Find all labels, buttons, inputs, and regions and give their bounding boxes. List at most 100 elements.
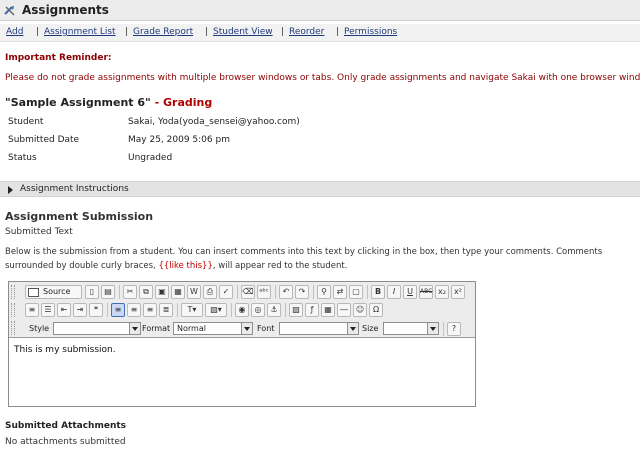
flash-icon[interactable]: ƒ	[305, 303, 319, 317]
toolbar-separator	[275, 285, 276, 299]
paste-icon[interactable]: ▣	[155, 285, 169, 299]
underline-icon[interactable]: U	[403, 285, 417, 299]
nav-separator: |	[281, 27, 285, 37]
background-color-icon[interactable]: ▨▾	[205, 303, 227, 317]
unlink-icon[interactable]: ◎	[251, 303, 265, 317]
strikethrough-icon[interactable]: ABC	[419, 285, 433, 299]
toolbar-handle[interactable]	[11, 303, 15, 317]
subscript-icon[interactable]: x₂	[435, 285, 449, 299]
anchor-icon[interactable]: ⚓	[267, 303, 281, 317]
table-icon[interactable]: ▦	[321, 303, 335, 317]
eraser-icon[interactable]: ⌫	[241, 285, 255, 299]
editor-toolbar: Source ▯ ▤ ✂ ⧉ ▣ ▦ W ⎙ ✓ ⌫ ᵃᵇᶜ ↶ ↷ ⚲ ⇄ ▢…	[9, 282, 475, 338]
toolbar-separator	[119, 285, 120, 299]
italic-icon[interactable]: I	[387, 285, 401, 299]
special-char-icon[interactable]: Ω	[369, 303, 383, 317]
toolbar-separator	[313, 285, 314, 299]
font-label: Font	[257, 324, 275, 333]
nav-separator: |	[205, 27, 209, 37]
select-all-icon[interactable]: ▢	[349, 285, 363, 299]
nav-assignment-list-link[interactable]: Assignment List	[44, 27, 116, 37]
toolbar-separator	[231, 303, 232, 317]
blockquote-icon[interactable]: ❝	[89, 303, 103, 317]
curly-brace-example: {{like this}}	[158, 261, 213, 271]
expand-arrow-icon	[8, 186, 13, 194]
new-page-icon[interactable]: ▯	[85, 285, 99, 299]
text-color-icon[interactable]: T▾	[181, 303, 203, 317]
nav-separator: |	[125, 27, 129, 37]
nav-reorder-link[interactable]: Reorder	[289, 27, 324, 37]
redo-icon[interactable]: ↷	[295, 285, 309, 299]
cut-icon[interactable]: ✂	[123, 285, 137, 299]
bold-icon[interactable]: B	[371, 285, 385, 299]
toolbar-separator	[107, 303, 108, 317]
nav-permissions-link[interactable]: Permissions	[344, 27, 397, 37]
grading-label: Grading	[163, 96, 213, 109]
format-select[interactable]: Normal	[173, 322, 253, 335]
image-icon[interactable]: ▧	[289, 303, 303, 317]
align-center-icon[interactable]: ≡	[127, 303, 141, 317]
student-value: Sakai, Yoda(yoda_sensei@yahoo.com)	[128, 117, 300, 127]
no-attachments-text: No attachments submitted	[5, 437, 126, 447]
indent-icon[interactable]: ⇥	[73, 303, 87, 317]
align-left-icon[interactable]: ≡	[111, 303, 125, 317]
submitted-text-label: Submitted Text	[5, 227, 73, 237]
nav-separator: |	[36, 27, 40, 37]
nav-student-view-link[interactable]: Student View	[213, 27, 273, 37]
format-label: Format	[142, 324, 171, 333]
nav-grade-report-link[interactable]: Grade Report	[133, 27, 193, 37]
bulleted-list-icon[interactable]: ☰	[41, 303, 55, 317]
editor-text-area[interactable]: This is my submission.	[10, 340, 474, 406]
font-select[interactable]	[279, 322, 359, 335]
align-right-icon[interactable]: ≡	[143, 303, 157, 317]
toolbar-separator	[443, 322, 444, 336]
smiley-icon[interactable]: ☺	[353, 303, 367, 317]
spellcheck-as-you-type-icon[interactable]: ᵃᵇᶜ	[257, 285, 271, 299]
horizontal-rule-icon[interactable]: ―	[337, 303, 351, 317]
tools-icon	[4, 6, 15, 16]
size-select[interactable]	[383, 322, 439, 335]
preview-icon[interactable]: ▤	[101, 285, 115, 299]
source-button[interactable]: Source	[25, 285, 82, 299]
toolbar-separator	[237, 285, 238, 299]
print-icon[interactable]: ⎙	[203, 285, 217, 299]
toolbar-handle[interactable]	[11, 321, 15, 335]
numbered-list-icon[interactable]: ≡	[25, 303, 39, 317]
help-icon[interactable]: ?	[447, 322, 461, 336]
paste-word-icon[interactable]: W	[187, 285, 201, 299]
toolbar-separator	[367, 285, 368, 299]
paste-text-icon[interactable]: ▦	[171, 285, 185, 299]
assignment-heading: "Sample Assignment 6" - Grading	[5, 96, 212, 109]
find-icon[interactable]: ⚲	[317, 285, 331, 299]
source-icon	[28, 288, 39, 297]
assignment-instructions-label: Assignment Instructions	[20, 184, 129, 194]
page-title: Assignments	[22, 3, 109, 17]
nav-separator: |	[336, 27, 340, 37]
nav-add-link[interactable]: Add	[6, 27, 23, 37]
submitted-date-label: Submitted Date	[8, 135, 80, 145]
status-label: Status	[8, 153, 37, 163]
assignment-instructions-toggle[interactable]: Assignment Instructions	[0, 181, 640, 197]
outdent-icon[interactable]: ⇤	[57, 303, 71, 317]
chevron-down-icon	[427, 323, 438, 334]
undo-icon[interactable]: ↶	[279, 285, 293, 299]
style-label: Style	[29, 324, 50, 333]
chevron-down-icon	[241, 323, 252, 334]
chevron-down-icon	[129, 323, 140, 334]
justify-icon[interactable]: ≣	[159, 303, 173, 317]
student-label: Student	[8, 117, 44, 127]
toolbar-handle[interactable]	[11, 285, 15, 299]
superscript-icon[interactable]: x²	[451, 285, 465, 299]
rich-text-editor: Source ▯ ▤ ✂ ⧉ ▣ ▦ W ⎙ ✓ ⌫ ᵃᵇᶜ ↶ ↷ ⚲ ⇄ ▢…	[8, 281, 476, 407]
submitted-date-value: May 25, 2009 5:06 pm	[128, 135, 230, 145]
style-select[interactable]	[53, 322, 141, 335]
assignment-dash: -	[150, 96, 164, 109]
replace-icon[interactable]: ⇄	[333, 285, 347, 299]
status-value: Ungraded	[128, 153, 173, 163]
copy-icon[interactable]: ⧉	[139, 285, 153, 299]
format-value: Normal	[177, 324, 206, 333]
reminder-text: Please do not grade assignments with mul…	[5, 73, 640, 83]
submission-heading: Assignment Submission	[5, 210, 154, 223]
spellcheck-icon[interactable]: ✓	[219, 285, 233, 299]
link-icon[interactable]: ◉	[235, 303, 249, 317]
